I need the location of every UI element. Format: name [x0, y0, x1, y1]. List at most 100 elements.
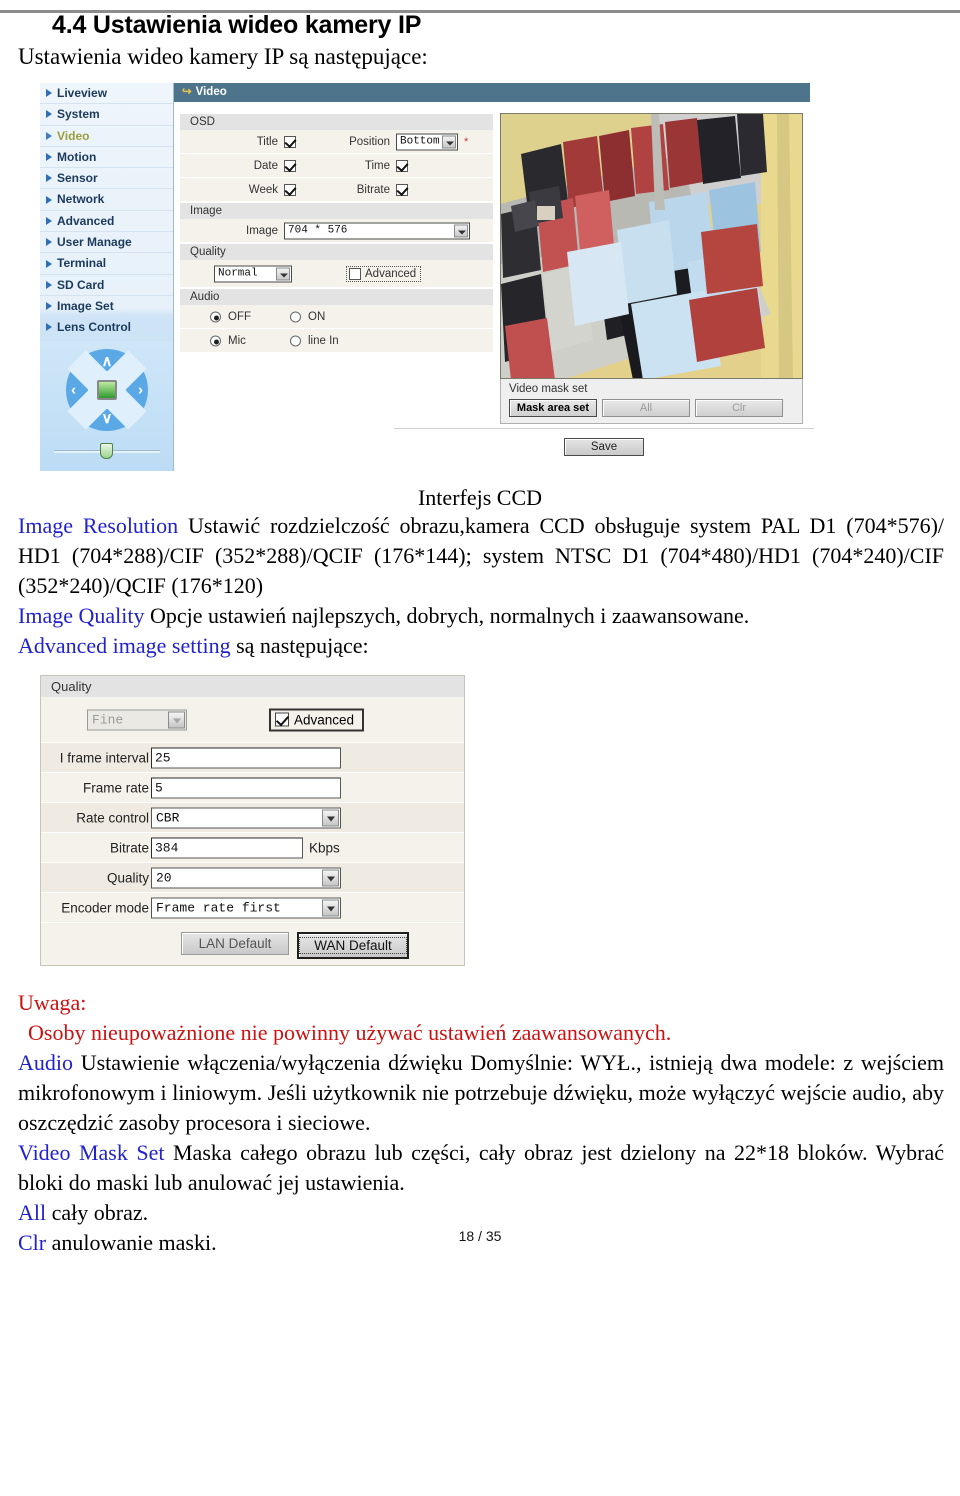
wan-default-label: WAN Default: [299, 937, 407, 954]
mask-all-button[interactable]: All: [602, 399, 690, 417]
ptz-up-arrow-icon[interactable]: ∧: [102, 354, 113, 369]
save-button[interactable]: Save: [564, 438, 644, 456]
audio-mic-radio[interactable]: [210, 335, 221, 346]
chevron-down-icon[interactable]: [322, 869, 339, 886]
chevron-right-icon: [46, 153, 52, 162]
ptz-control-panel[interactable]: ∧ ∨ ‹ ›: [40, 341, 173, 471]
all-text: cały obraz.: [46, 1200, 149, 1225]
audio-text: Ustawienie włączenia/wyłączenia dźwięku …: [18, 1050, 944, 1135]
sidebar-item-label: Sensor: [57, 171, 98, 186]
quality-preset-value: Fine: [92, 712, 124, 727]
bitrate-unit: Kbps: [309, 840, 340, 855]
uwaga-label: Uwaga:: [18, 990, 87, 1015]
slider-thumb[interactable]: [100, 443, 113, 459]
sidebar-item-image-set[interactable]: Image Set: [40, 296, 173, 318]
arrow-right-icon: ↪: [182, 86, 192, 98]
ptz-down-arrow-icon[interactable]: ∨: [102, 411, 113, 426]
osd-time-label: Time: [364, 159, 390, 172]
dialog-advanced-checkbox-group[interactable]: Advanced: [269, 708, 365, 731]
encoder-mode-row: Encoder mode Frame rate first: [41, 893, 464, 923]
sidebar-item-terminal[interactable]: Terminal: [40, 253, 173, 275]
mask-clr-button[interactable]: Clr: [695, 399, 783, 417]
osd-date-checkbox[interactable]: [284, 159, 296, 172]
quality-row: Normal Advanced: [180, 260, 493, 288]
osd-week-checkbox[interactable]: [284, 183, 296, 196]
image-field-label: Image: [246, 224, 278, 237]
sidebar-item-sd-card[interactable]: SD Card: [40, 275, 173, 296]
video-page-header-label: Video: [195, 86, 227, 98]
ptz-left-arrow-icon[interactable]: ‹: [71, 383, 76, 398]
ptz-right-arrow-icon[interactable]: ›: [138, 383, 143, 398]
image-resolution-select[interactable]: 704 * 576: [284, 222, 470, 239]
wan-default-button[interactable]: WAN Default: [297, 932, 409, 959]
sidebar-item-liveview[interactable]: Liveview: [40, 83, 173, 105]
advanced-checkbox-group[interactable]: Advanced: [346, 265, 422, 282]
sidebar-item-network[interactable]: Network: [40, 189, 173, 211]
audio-mic-label: Mic: [228, 334, 246, 347]
video-mask-paragraph: Video Mask Set Maska całego obrazu lub c…: [18, 1138, 944, 1198]
sidebar-item-label: Lens Control: [57, 320, 131, 335]
video-mask-keyword: Video Mask Set: [18, 1140, 165, 1165]
osd-title-label: Title: [256, 135, 278, 148]
quality-select[interactable]: Normal: [214, 265, 292, 282]
ptz-dpad[interactable]: ∧ ∨ ‹ ›: [66, 349, 148, 431]
image-resolution-keyword: Image Resolution: [18, 513, 179, 538]
sidebar-item-sensor[interactable]: Sensor: [40, 168, 173, 190]
video-preview-image[interactable]: [500, 113, 803, 379]
sidebar-item-advanced[interactable]: Advanced: [40, 211, 173, 233]
mask-area-set-button[interactable]: Mask area set: [509, 399, 597, 417]
sidebar-item-motion[interactable]: Motion: [40, 147, 173, 169]
chevron-down-icon[interactable]: [322, 809, 339, 826]
page-title: 4.4 Ustawienia wideo kamery IP: [52, 11, 422, 39]
dialog-advanced-checkbox[interactable]: [275, 712, 289, 727]
bitrate-input[interactable]: 384: [151, 837, 303, 858]
osd-position-select[interactable]: Bottom: [396, 133, 458, 150]
iframe-interval-label: I frame interval: [59, 750, 149, 765]
sidebar-item-system[interactable]: System: [40, 104, 173, 126]
image-quality-paragraph: Image Quality Opcje ustawień najlepszych…: [18, 601, 960, 631]
audio-off-radio[interactable]: [210, 311, 221, 322]
osd-bitrate-checkbox[interactable]: [396, 183, 408, 196]
quality-dialog-header: Quality: [41, 676, 464, 697]
advanced-checkbox[interactable]: [349, 267, 361, 280]
all-keyword: All: [18, 1200, 47, 1225]
sidebar-item-video[interactable]: Video: [40, 126, 173, 147]
ptz-home-icon[interactable]: [97, 380, 117, 400]
sidebar-item-label: Advanced: [57, 213, 115, 228]
uwaga-label-line: Uwaga:: [18, 988, 960, 1018]
osd-bitrate-label: Bitrate: [356, 183, 390, 196]
lan-default-button[interactable]: LAN Default: [181, 932, 289, 955]
quality-value-text: 20: [156, 870, 172, 885]
audio-keyword: Audio: [18, 1050, 73, 1075]
quality-preset-select[interactable]: Fine: [87, 709, 187, 730]
sidebar-item-label: Image Set: [57, 298, 114, 313]
advanced-image-keyword: Advanced image setting: [18, 633, 231, 658]
audio-on-radio[interactable]: [290, 311, 301, 322]
osd-time-checkbox[interactable]: [396, 159, 408, 172]
ptz-speed-slider[interactable]: [54, 443, 160, 459]
advanced-image-text: są następujące:: [230, 633, 369, 658]
chevron-down-icon[interactable]: [442, 135, 456, 148]
frame-rate-input[interactable]: 5: [151, 777, 341, 798]
video-page-header: ↪ Video: [174, 83, 810, 102]
uwaga-text: Osoby nieupoważnione nie powinny używać …: [28, 1020, 672, 1045]
osd-title-checkbox[interactable]: [284, 135, 296, 148]
quality-value-select[interactable]: 20: [151, 867, 341, 888]
chevron-right-icon: [46, 174, 52, 183]
chevron-right-icon: [46, 323, 52, 332]
osd-date-label: Date: [253, 159, 278, 172]
chevron-down-icon[interactable]: [276, 267, 290, 280]
chevron-down-icon[interactable]: [168, 711, 185, 728]
audio-linein-radio[interactable]: [290, 335, 301, 346]
rate-control-select[interactable]: CBR: [151, 807, 341, 828]
encoder-mode-select[interactable]: Frame rate first: [151, 897, 341, 918]
sidebar-item-user-manage[interactable]: User Manage: [40, 232, 173, 254]
sidebar-item-lens-control[interactable]: Lens Control: [40, 317, 173, 339]
chevron-down-icon[interactable]: [322, 899, 339, 916]
all-paragraph: All cały obraz.: [18, 1198, 960, 1228]
osd-group-header: OSD: [180, 113, 493, 130]
iframe-interval-input[interactable]: 25: [151, 747, 341, 768]
chevron-down-icon[interactable]: [454, 224, 468, 237]
camera-web-ui-screenshot: Liveview System Video Motion Sensor Netw…: [40, 83, 815, 473]
rate-control-row: Rate control CBR: [41, 803, 464, 833]
